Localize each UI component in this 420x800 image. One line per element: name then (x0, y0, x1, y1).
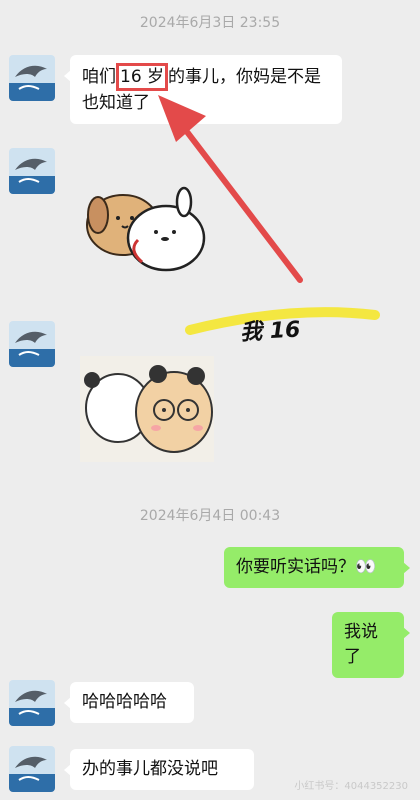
bear-and-bun-sticker[interactable] (80, 356, 214, 466)
message-text: 办的事儿都没说吧 (82, 759, 218, 779)
message-bubble-out[interactable]: 你要听实话吗？👀 (224, 547, 410, 588)
message-text: 你要听实话吗？👀 (236, 557, 377, 577)
message-bubble-in[interactable]: 哈哈哈哈哈 (64, 682, 194, 723)
message-text: 哈哈哈哈哈 (82, 692, 167, 712)
message-text: 我说了 (344, 622, 378, 667)
message-bubble-out[interactable]: 我说了 (332, 612, 410, 678)
watermark: 小红书号：4044352230 (294, 781, 408, 792)
message-bubble-in[interactable]: 办的事儿都没说吧 (64, 749, 254, 790)
annotation-text: 我 16 (239, 317, 302, 346)
